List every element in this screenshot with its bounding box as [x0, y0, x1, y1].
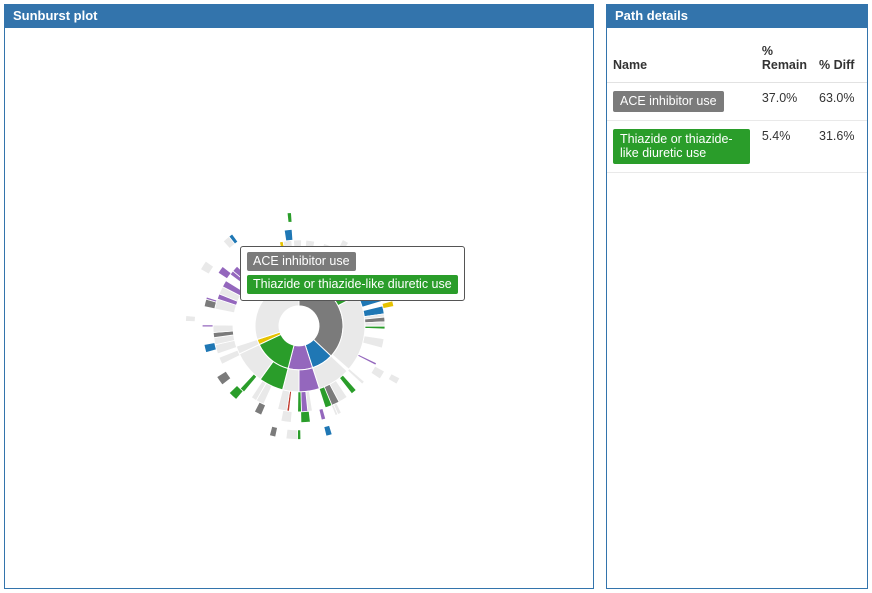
table-row[interactable]: Thiazide or thiazide-like diuretic use 5… — [607, 121, 867, 173]
table-header-row: Name % Remain % Diff — [607, 28, 867, 83]
layout: Sunburst plot ACE inhibitor use Thiazide… — [4, 4, 868, 589]
col-remain: % Remain — [756, 28, 813, 83]
table-row[interactable]: ACE inhibitor use 37.0% 63.0% — [607, 83, 867, 121]
sunburst-panel: Sunburst plot ACE inhibitor use Thiazide… — [4, 4, 594, 589]
col-name: Name — [607, 28, 756, 83]
sunburst-panel-title: Sunburst plot — [5, 5, 593, 28]
cell-name: ACE inhibitor use — [607, 83, 756, 121]
cell-diff: 63.0% — [813, 83, 867, 121]
cell-diff: 31.6% — [813, 121, 867, 173]
col-diff: % Diff — [813, 28, 867, 83]
tooltip-pill-ace: ACE inhibitor use — [247, 252, 356, 271]
tooltip-pill-thiazide: Thiazide or thiazide-like diuretic use — [247, 275, 458, 294]
path-details-title: Path details — [607, 5, 867, 28]
cell-name: Thiazide or thiazide-like diuretic use — [607, 121, 756, 173]
name-pill-thiazide: Thiazide or thiazide-like diuretic use — [613, 129, 750, 164]
cell-remain: 5.4% — [756, 121, 813, 173]
path-details-body: Name % Remain % Diff ACE inhibitor use 3… — [607, 28, 867, 588]
cell-remain: 37.0% — [756, 83, 813, 121]
sunburst-tooltip: ACE inhibitor use Thiazide or thiazide-l… — [240, 246, 465, 301]
path-details-table: Name % Remain % Diff ACE inhibitor use 3… — [607, 28, 867, 173]
name-pill-ace: ACE inhibitor use — [613, 91, 724, 112]
sunburst-chart[interactable] — [139, 166, 459, 489]
path-details-panel: Path details Name % Remain % Diff ACE in… — [606, 4, 868, 589]
sunburst-panel-body: ACE inhibitor use Thiazide or thiazide-l… — [5, 28, 593, 588]
